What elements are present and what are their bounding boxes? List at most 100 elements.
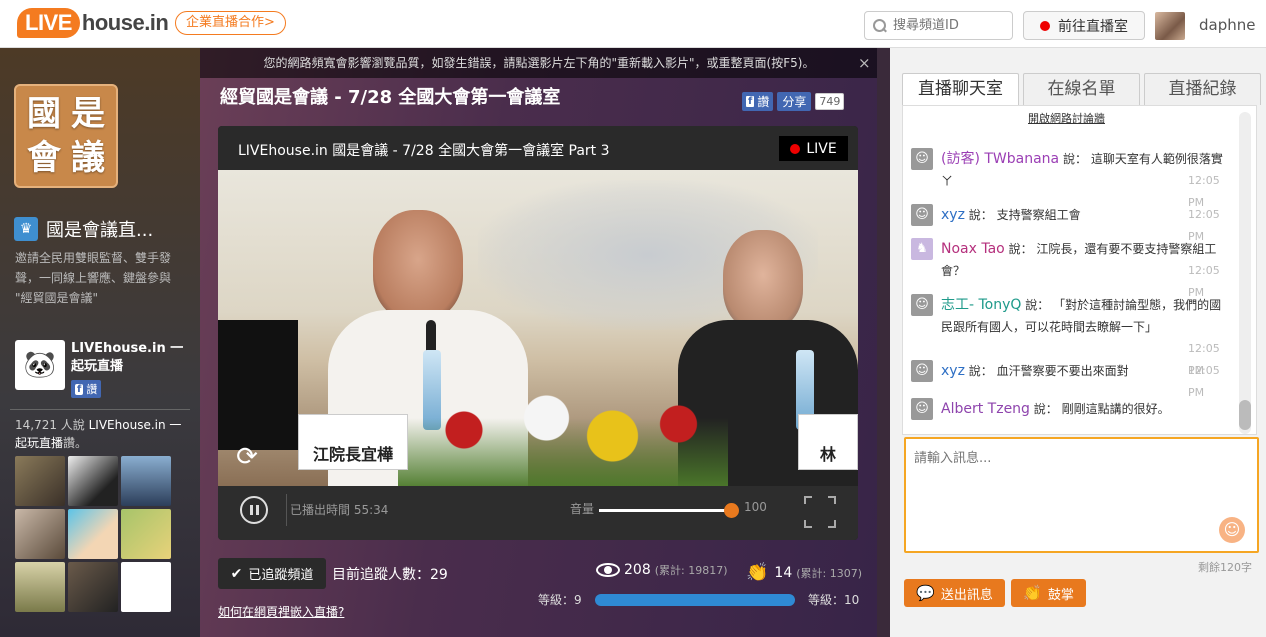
video-frame[interactable]: 江院長宜樺 林 ⟳ [218,170,858,486]
fan-avatar[interactable] [68,562,118,612]
user-avatar-icon: ☺ [911,360,933,382]
level-progress-bar [595,594,795,606]
fb-count-prefix: 14,721 人說 [15,418,89,432]
live-badge: LIVE [779,136,848,161]
reload-video-icon[interactable]: ⟳ [232,442,262,472]
channel-description: 邀請全民用雙眼監督、雙手發聲，一同線上響應、鍵盤參與 "經貿國是會議" [15,251,172,305]
follow-label: 已追蹤頻道 [248,568,314,583]
fan-avatar[interactable] [15,456,65,506]
fan-avatar[interactable] [15,509,65,559]
user-name[interactable]: daphne [1199,16,1255,34]
clap-button[interactable]: 👏 鼓掌 [1011,579,1086,607]
chat-message: ☺ xyz 說： 血汗警察要不要出來面對 12:05 PM [911,360,1233,399]
next-level: 等級：10 [808,593,860,607]
tab-online-list[interactable]: 在線名單 [1023,73,1140,105]
fullscreen-icon[interactable] [804,496,836,528]
bandwidth-notice: 您的網路頻寬會影響瀏覽品質，如發生錯誤，請點選影片左下角的"重新載入影片"，或重… [200,48,878,78]
player-title: LIVEhouse.in 國是會議 - 7/28 全國大會第一會議室 Part … [238,143,610,159]
fan-avatars-grid [15,456,171,612]
video-nameplate: 江院長宜樺 [298,414,408,470]
search-input[interactable] [893,18,1003,33]
live-label: LIVE [806,140,837,157]
fb-like-button[interactable]: f 讚 [71,380,102,398]
video-player[interactable]: LIVEhouse.in 國是會議 - 7/28 全國大會第一會議室 Part … [218,126,858,540]
fan-avatar[interactable] [68,456,118,506]
open-forum-link[interactable]: 開啟網路討論牆 [1028,110,1105,126]
logo-char: 國 [27,94,61,134]
clap-icon: 👏 [1023,584,1042,602]
view-count: 208 [624,562,651,578]
fan-avatar[interactable] [121,562,171,612]
volume-fill [599,509,732,512]
chat-message-input[interactable] [906,439,1257,551]
fan-avatar[interactable] [15,562,65,612]
player-controls: 已播出時間 55:34 音量 100 [218,486,858,540]
chat-message: ☺ xyz 說： 支持警察組工會 12:05 PM [911,204,1233,243]
user-avatar-icon: ☺ [911,294,933,316]
says-label: 說： [1008,242,1033,256]
chat-text: 剛剛這點講的很好。 [1061,402,1170,416]
clap-icon: 👏 [746,562,769,583]
says-label: 說： [968,208,993,222]
send-label: 送出訊息 [940,587,993,603]
user-avatar[interactable] [1155,12,1185,40]
send-message-button[interactable]: 💬 送出訊息 [904,579,1005,607]
view-stat: 208 (累計: 19817) [596,562,728,578]
close-notice-icon[interactable]: × [858,54,871,72]
clap-label: 鼓掌 [1047,587,1074,603]
channel-sidebar: 國 是 會 議 ♛ 國是會議直... 邀請全民用雙眼監督、雙手發聲，一同線上響應… [0,48,200,637]
video-nameplate: 林 [798,414,858,470]
fb-count-suffix: 讚。 [63,436,88,450]
share-count: 749 [815,93,845,110]
channel-search[interactable] [864,11,1013,40]
fb-like-count: 14,721 人說 LIVEhouse.in 一起玩直播讚。 [15,416,190,452]
fan-avatar[interactable] [121,509,171,559]
chat-username[interactable]: Albert Tzeng [941,401,1030,417]
says-label: 說： [968,364,993,378]
pause-button[interactable] [240,496,268,524]
chat-tabs: 直播聊天室 在線名單 直播紀錄 [902,73,1265,105]
chat-username[interactable]: xyz [941,363,965,379]
channel-logo[interactable]: 國 是 會 議 [14,84,118,188]
divider [10,409,190,410]
chat-input-box[interactable]: ☺ [904,437,1259,553]
main-content: 您的網路頻寬會影響瀏覽品質，如發生錯誤，請點選影片左下角的"重新載入影片"，或重… [200,48,890,637]
chat-username[interactable]: Noax Tao [941,241,1005,257]
emoji-icon[interactable]: ☺ [1219,517,1245,543]
fb-like-button[interactable]: f 讚 [742,92,774,111]
volume-knob[interactable] [724,503,739,518]
chat-message: ☺ Albert Tzeng 說： 剛剛這點講的很好。 [911,398,1233,420]
chat-username[interactable]: (訪客) TWbanana [941,151,1059,167]
fan-avatar[interactable] [68,509,118,559]
clap-stat: 👏 14 (累計: 1307) [746,562,862,583]
follow-channel-button[interactable]: ✔ 已追蹤頻道 [218,558,326,589]
livehouse-logo[interactable]: LIVE house.in [17,3,169,43]
chat-text: 血汗警察要不要出來面對 [996,364,1129,378]
player-title-bar: LIVEhouse.in 國是會議 - 7/28 全國大會第一會議室 Part … [218,126,858,170]
goto-live-room-button[interactable]: 前往直播室 [1023,11,1145,40]
fb-share-button[interactable]: 分享 [777,92,812,111]
page-scrollbar[interactable] [877,48,890,637]
volume-label: 音量 [570,502,595,516]
chat-username[interactable]: 志工- TonyQ [941,297,1021,313]
chat-username[interactable]: xyz [941,207,965,223]
view-total: (累計: 19817) [654,564,728,577]
top-navbar: LIVE house.in 企業直播合作> 前往直播室 daphne [0,0,1266,48]
chat-scrollbar[interactable] [1239,112,1251,434]
follower-count: 目前追蹤人數：29 [332,567,448,583]
embed-help-link[interactable]: 如何在網頁裡嵌入直播? [218,603,344,620]
tab-live-history[interactable]: 直播紀錄 [1144,73,1261,105]
chat-scroll-thumb[interactable] [1239,400,1251,430]
tab-live-chat[interactable]: 直播聊天室 [902,73,1019,105]
live-dot-icon [1040,20,1050,31]
volume-slider[interactable] [599,503,739,518]
fan-avatar[interactable] [121,456,171,506]
speech-bubble-icon: 💬 [916,584,935,602]
fb-page-name[interactable]: LIVEhouse.in 一起玩直播 [71,340,191,376]
chat-message: ☺ (訪客) TWbanana 說： 這聊天室有人範例很落實ㄚ 12:05 PM [911,148,1233,209]
enterprise-cooperation-button[interactable]: 企業直播合作> [175,11,286,35]
fb-page-avatar[interactable]: 🐼 [15,340,65,390]
channel-title[interactable]: 國是會議直... [46,216,153,242]
eye-icon [596,563,620,577]
fb-like-label: 讚 [86,383,98,396]
